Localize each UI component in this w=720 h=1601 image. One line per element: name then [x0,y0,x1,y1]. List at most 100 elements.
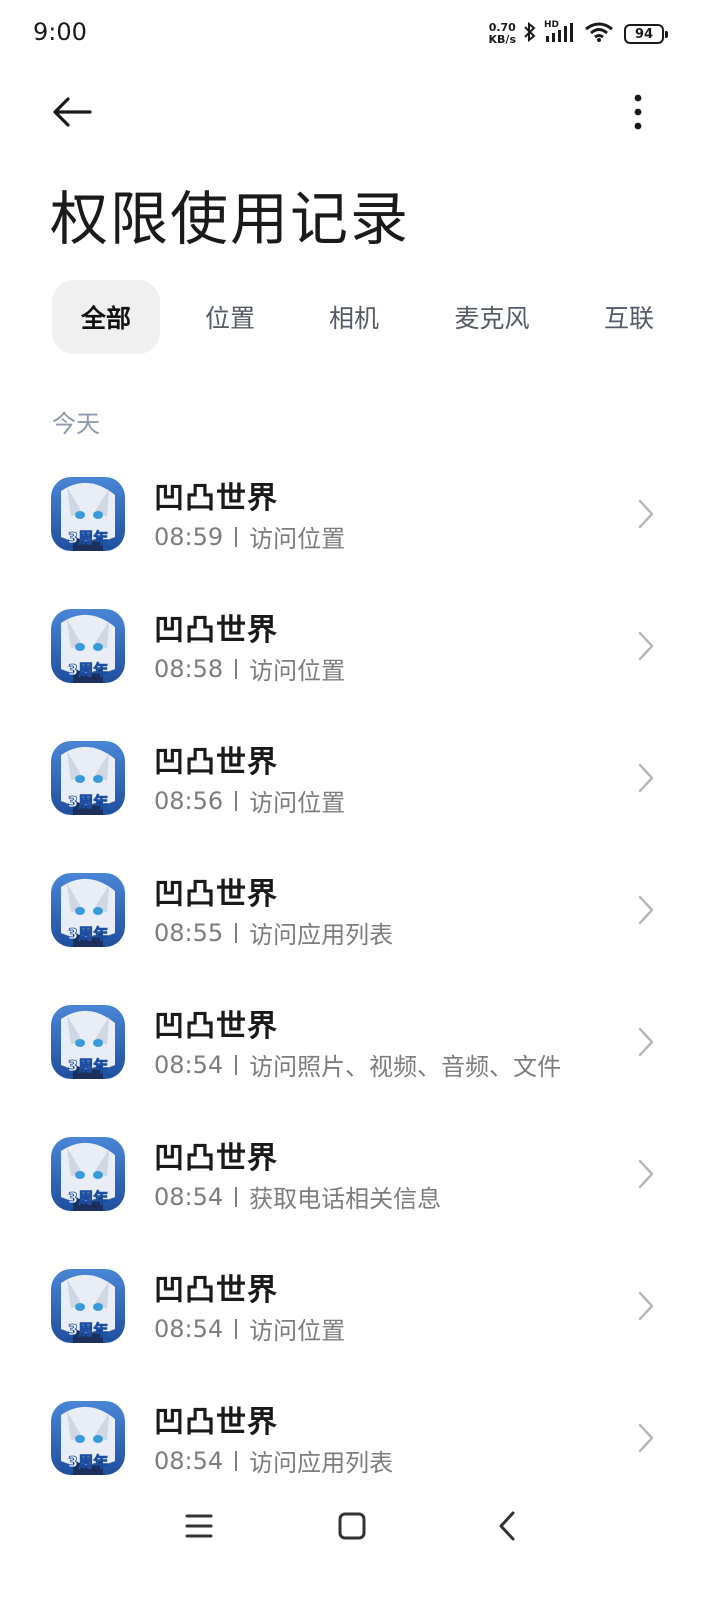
home-icon [338,1512,366,1540]
record-time: 08:55 [154,918,224,947]
chevron-right-icon [638,631,654,661]
wifi-icon [584,20,614,48]
section-header-today: 今天 [52,410,100,438]
more-vert-icon [634,94,642,130]
list-item[interactable]: 3周年 凹凸世界 08:54 访问位置 [0,1247,720,1379]
tab-label: 位置 [204,304,255,333]
record-action: 访问位置 [249,525,346,553]
tab-microphone[interactable]: 麦克风 [440,280,544,354]
back-arrow-icon [53,97,92,127]
record-action: 访问应用列表 [249,1449,394,1477]
app-name: 凹凸世界 [154,481,278,516]
record-time: 08:56 [154,786,224,815]
record-detail: 08:58 访问位置 [154,651,345,686]
tab-all[interactable]: 全部 [52,280,160,354]
nav-back-button[interactable] [482,1504,532,1548]
chevron-right-icon [638,895,654,925]
app-icon-badge-text: 3周年 [68,1321,108,1339]
list-item[interactable]: 3周年 凹凸世界 08:58 访问位置 [0,587,720,719]
filter-tabs: 全部 位置 相机 麦克风 互联 [52,280,720,354]
separator [235,1054,238,1075]
tab-interconnect[interactable]: 互联 [584,280,674,354]
app-name: 凹凸世界 [154,745,278,780]
nav-back-icon [499,1511,515,1541]
record-detail: 08:59 访问位置 [154,519,345,554]
app-icon: 3周年 [51,1269,125,1343]
list-item[interactable]: 3周年 凹凸世界 08:59 访问位置 [0,455,720,587]
record-time: 08:54 [154,1446,224,1475]
app-name: 凹凸世界 [154,613,278,648]
chevron-right-icon [638,499,654,529]
bluetooth-icon [522,20,538,48]
network-speed-unit: KB/s [488,33,516,46]
signal-icon: HD [544,20,578,46]
app-icon: 3周年 [51,873,125,947]
record-action: 访问位置 [249,789,346,817]
back-button[interactable] [44,88,100,136]
list-item[interactable]: 3周年 凹凸世界 08:54 访问照片、视频、音频、文件 [0,983,720,1115]
tab-label: 相机 [328,304,379,333]
record-time: 08:58 [154,654,224,683]
chevron-right-icon [638,763,654,793]
app-icon-badge-text: 3周年 [68,1057,108,1075]
tab-label: 全部 [80,304,131,333]
app-icon-badge-text: 3周年 [68,793,108,811]
app-icon: 3周年 [51,1401,125,1475]
tab-label: 互联 [603,304,654,333]
app-icon-badge-text: 3周年 [68,925,108,943]
list-item[interactable]: 3周年 凹凸世界 08:54 获取电话相关信息 [0,1115,720,1247]
record-detail: 08:55 访问应用列表 [154,915,393,950]
app-icon: 3周年 [51,609,125,683]
recents-button[interactable] [174,1504,224,1548]
app-name: 凹凸世界 [154,877,278,912]
app-name: 凹凸世界 [154,1273,278,1308]
status-icons: 0.70 KB/s HD 94 [489,20,668,48]
status-time: 9:00 [33,18,87,46]
tab-location[interactable]: 位置 [180,280,280,354]
record-detail: 08:54 访问照片、视频、音频、文件 [154,1047,561,1082]
separator [235,1186,238,1207]
record-time: 08:54 [154,1314,224,1343]
record-action: 访问照片、视频、音频、文件 [249,1053,562,1081]
record-action: 访问应用列表 [249,921,394,949]
chevron-right-icon [638,1291,654,1321]
chevron-right-icon [638,1027,654,1057]
status-bar: 9:00 0.70 KB/s HD 94 [0,0,720,70]
app-icon: 3周年 [51,741,125,815]
app-icon: 3周年 [51,1005,125,1079]
app-name: 凹凸世界 [154,1141,278,1176]
record-detail: 08:54 获取电话相关信息 [154,1179,441,1214]
app-icon-badge-text: 3周年 [68,1453,108,1471]
record-detail: 08:54 访问位置 [154,1311,345,1346]
separator [235,790,238,811]
separator [235,658,238,679]
menu-icon [185,1514,213,1538]
tab-label: 麦克风 [454,304,530,333]
record-action: 获取电话相关信息 [249,1185,442,1213]
navigation-bar [0,1496,720,1556]
battery-indicator: 94 [624,24,668,44]
app-icon: 3周年 [51,1137,125,1211]
home-button[interactable] [327,1504,377,1548]
tab-camera[interactable]: 相机 [304,280,404,354]
app-icon: 3周年 [51,477,125,551]
app-icon-badge-text: 3周年 [68,661,108,679]
record-detail: 08:56 访问位置 [154,783,345,818]
list-item[interactable]: 3周年 凹凸世界 08:54 访问应用列表 [0,1379,720,1511]
page-title: 权限使用记录 [50,185,411,253]
list-item[interactable]: 3周年 凹凸世界 08:55 访问应用列表 [0,851,720,983]
separator [235,922,238,943]
app-icon-badge-text: 3周年 [68,529,108,547]
more-options-button[interactable] [614,86,662,138]
record-detail: 08:54 访问应用列表 [154,1443,393,1478]
separator [235,526,238,547]
record-time: 08:54 [154,1050,224,1079]
app-icon-badge-text: 3周年 [68,1189,108,1207]
network-speed: 0.70 KB/s [489,22,516,46]
list-item[interactable]: 3周年 凹凸世界 08:56 访问位置 [0,719,720,851]
record-time: 08:54 [154,1182,224,1211]
app-name: 凹凸世界 [154,1405,278,1440]
record-time: 08:59 [154,522,224,551]
separator [235,1318,238,1339]
record-action: 访问位置 [249,657,346,685]
